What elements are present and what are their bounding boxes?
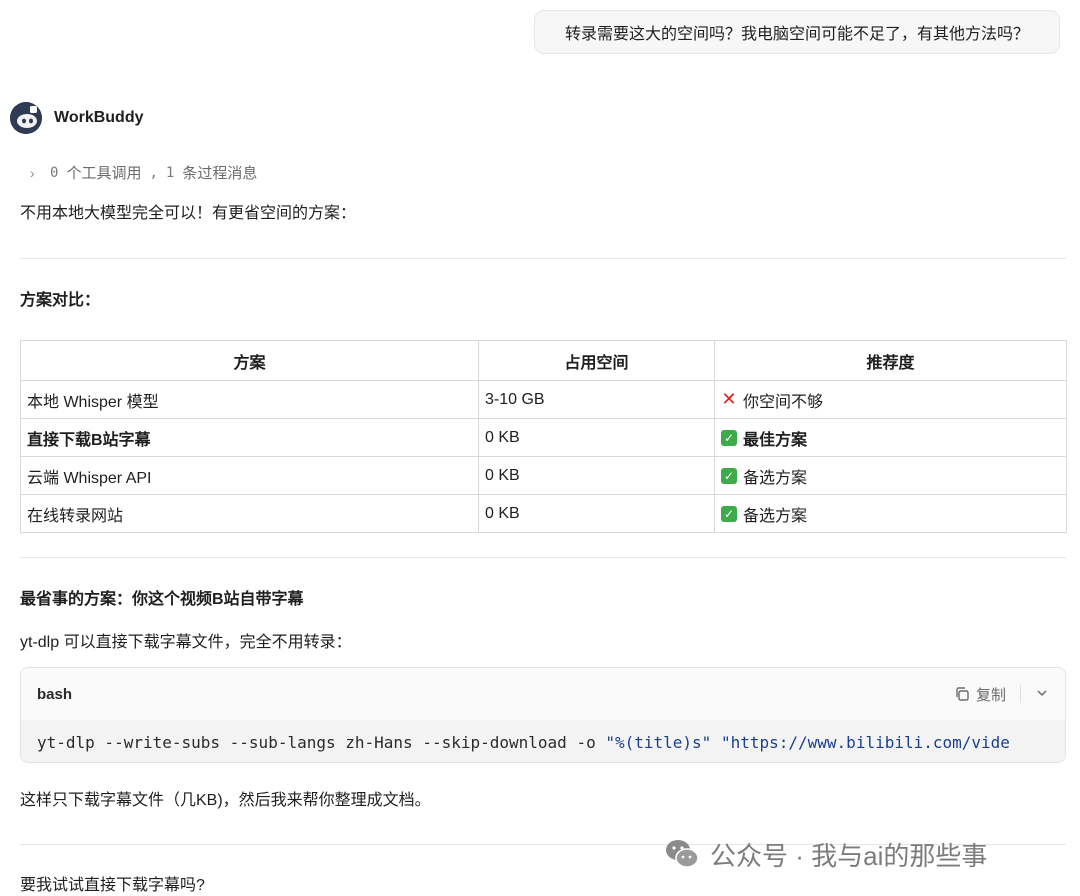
user-message-text: 转录需要这大的空间吗？我电脑空间可能不足了，有其他方法吗？ — [564, 26, 1029, 43]
actions-separator — [1020, 685, 1021, 703]
recommendation-text: 你空间不够 — [743, 393, 824, 411]
recommendation-text: 备选方案 — [743, 507, 808, 525]
column-header-recommendation: 推荐度 — [714, 340, 1067, 381]
code-content[interactable]: yt-dlp --write-subs --sub-langs zh-Hans … — [21, 720, 1065, 762]
plan-name: 直接下载B站字幕 — [20, 418, 479, 457]
recommendation-cell: ✓ 备选方案 — [714, 494, 1067, 533]
plan-name: 云端 Whisper API — [20, 456, 479, 495]
copy-icon — [956, 687, 969, 701]
table-row: 在线转录网站 0 KB ✓ 备选方案 — [20, 494, 1067, 533]
recommendation-text: 备选方案 — [743, 469, 808, 487]
space-value: 0 KB — [478, 494, 715, 533]
process-count-label: 条过程消息 — [182, 165, 258, 182]
follow-up-question: 要我试试直接下载字幕吗? — [20, 877, 205, 894]
table-row: 直接下载B站字幕 0 KB ✓ 最佳方案 — [20, 418, 1067, 457]
table-row: 云端 Whisper API 0 KB ✓ 备选方案 — [20, 456, 1067, 495]
robot-avatar-icon — [10, 102, 42, 134]
recommendation-cell: ✓ 备选方案 — [714, 456, 1067, 495]
table-row: 本地 Whisper 模型 3-10 GB ✕ 你空间不够 — [20, 380, 1067, 419]
copy-label: 复制 — [975, 686, 1006, 704]
after-code-text: 这样只下载字幕文件（几KB)，然后我来帮你整理成文档。 — [20, 792, 431, 809]
check-mark-icon: ✓ — [721, 429, 737, 446]
code-block: bash 复制 yt-dlp --write-subs --sub-langs … — [20, 667, 1066, 763]
compare-heading: 方案对比： — [20, 292, 101, 309]
code-language: bash — [37, 685, 73, 703]
recommendation-cell: ✓ 最佳方案 — [714, 418, 1067, 457]
user-message-bubble: 转录需要这大的空间吗？我电脑空间可能不足了，有其他方法吗？ — [534, 10, 1060, 54]
code-command: yt-dlp --write-subs --sub-langs zh-Hans … — [37, 732, 606, 752]
code-argument-url: "https://www.bilibili.com/vide — [720, 732, 1010, 752]
assistant-name: WorkBuddy — [54, 109, 144, 126]
code-argument-title: "%(title)s" — [605, 732, 712, 752]
recommendation-text: 最佳方案 — [743, 431, 808, 449]
summary-separator: , — [149, 164, 158, 181]
process-count: 1 — [165, 164, 175, 181]
code-block-header: bash 复制 — [21, 668, 1065, 720]
recommendation-cell: ✕ 你空间不够 — [714, 380, 1067, 419]
watermark-text: 公众号 · 我与ai的那些事 — [710, 840, 988, 871]
plan-name: 在线转录网站 — [20, 494, 479, 533]
assistant-avatar — [10, 102, 42, 134]
best-plan-heading: 最省事的方案：你这个视频B站自带字幕 — [20, 591, 304, 608]
intro-text: 不用本地大模型完全可以！有更省空间的方案： — [20, 205, 357, 222]
wechat-icon — [666, 840, 699, 868]
plan-name: 本地 Whisper 模型 — [20, 380, 479, 419]
table-header-row: 方案 占用空间 推荐度 — [20, 340, 1067, 381]
tool-summary-toggle[interactable]: › 0 个工具调用 , 1 条过程消息 — [30, 162, 257, 183]
assistant-header: WorkBuddy — [10, 100, 143, 136]
column-header-plan: 方案 — [20, 340, 479, 381]
space-value: 3-10 GB — [478, 380, 715, 419]
check-mark-icon: ✓ — [721, 467, 737, 484]
cross-mark-icon: ✕ — [721, 389, 737, 409]
tool-count: 0 — [50, 164, 59, 181]
chevron-down-icon[interactable] — [1035, 686, 1049, 703]
divider — [20, 258, 1066, 259]
column-header-space: 占用空间 — [478, 340, 715, 381]
tool-count-label: 个工具调用 — [66, 165, 142, 182]
space-value: 0 KB — [478, 418, 715, 457]
copy-button[interactable]: 复制 — [954, 684, 1006, 705]
watermark: 公众号 · 我与ai的那些事 — [662, 834, 987, 874]
space-value: 0 KB — [478, 456, 715, 495]
code-actions: 复制 — [954, 684, 1049, 705]
best-plan-description: yt-dlp 可以直接下载字幕文件，完全不用转录： — [20, 634, 352, 651]
check-mark-icon: ✓ — [721, 505, 737, 522]
divider — [20, 557, 1066, 558]
comparison-table: 方案 占用空间 推荐度 本地 Whisper 模型 3-10 GB ✕ 你空间不… — [20, 340, 1067, 533]
chevron-right-icon: › — [30, 164, 35, 181]
